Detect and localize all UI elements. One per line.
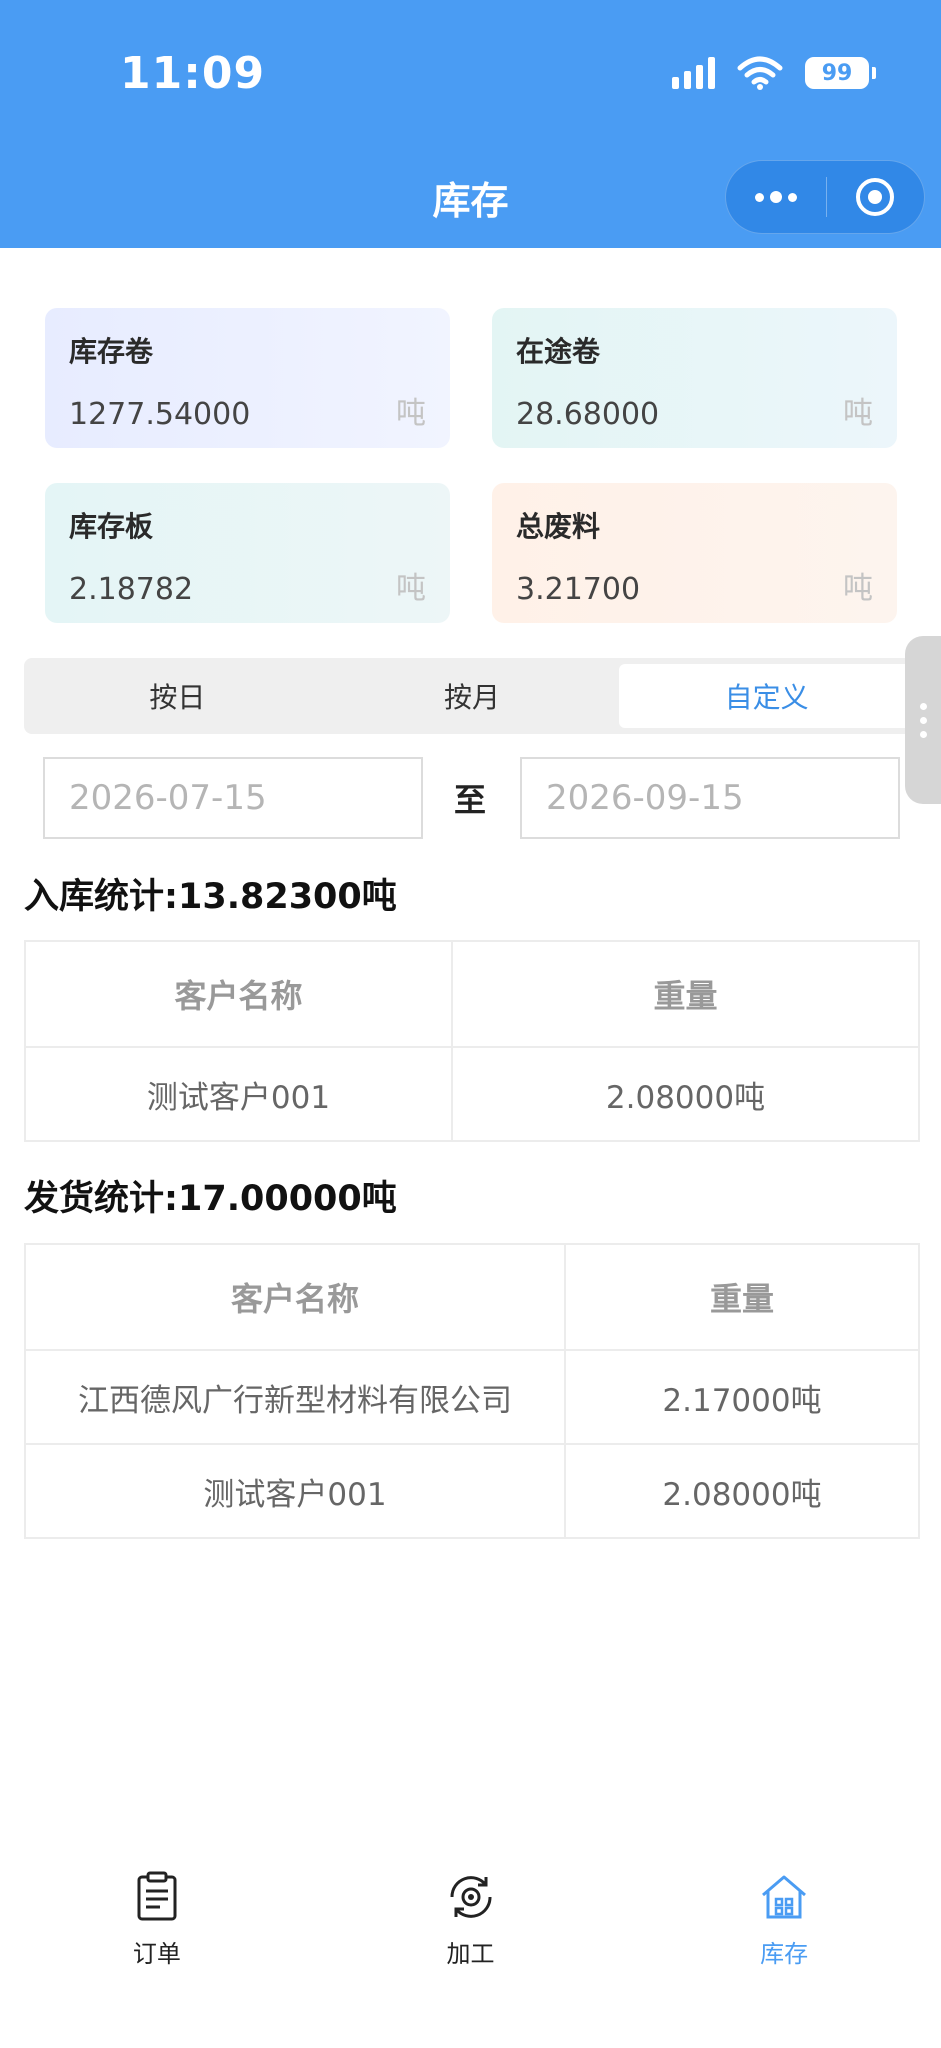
column-header-customer: 客户名称 [24,940,453,1048]
table-row: 江西德风广行新型材料有限公司 2.17000吨 [24,1349,920,1445]
tab-by-month[interactable]: 按月 [325,664,620,728]
card-coil-in-transit: 在途卷 28.68000 吨 [492,308,897,448]
tab-label: 订单 [132,1940,181,1968]
clipboard-icon [137,1871,177,1921]
cell-customer: 测试客户001 [24,1046,453,1142]
column-header-customer: 客户名称 [24,1243,566,1351]
wifi-icon [737,56,783,90]
tab-custom[interactable]: 自定义 [619,664,915,728]
end-date-picker[interactable]: 2026-09-15 [520,757,900,839]
house-icon [762,1875,807,1919]
tab-processing[interactable]: 加工 [314,1848,628,2048]
more-icon[interactable] [726,191,826,203]
table-row: 测试客户001 2.08000吨 [24,1443,920,1539]
bottom-tab-bar: 订单 加工 库存 [0,1848,941,2048]
tab-orders[interactable]: 订单 [0,1848,314,2048]
inbound-stats-title: 入库统计:13.82300吨 [24,877,397,917]
card-total-scrap: 总废料 3.21700 吨 [492,483,897,623]
column-header-weight: 重量 [451,940,920,1048]
tab-label: 库存 [760,1940,809,1968]
battery-icon: 99 [805,57,876,89]
card-unit: 吨 [843,571,873,606]
cell-customer: 测试客户001 [24,1443,566,1539]
status-time: 11:09 [120,48,266,99]
date-range-separator: 至 [453,781,486,819]
card-label: 库存板 [69,510,154,543]
card-plate-stock: 库存板 2.18782 吨 [45,483,450,623]
cell-weight: 2.08000吨 [564,1443,920,1539]
cell-weight: 2.17000吨 [564,1349,920,1445]
card-label: 总废料 [516,510,601,543]
card-value: 3.21700 [516,572,641,607]
mini-program-capsule [725,160,925,234]
inbound-table: 客户名称 重量 测试客户001 2.08000吨 [24,940,920,1142]
card-label: 在途卷 [516,335,601,368]
card-unit: 吨 [396,571,426,606]
card-value: 2.18782 [69,572,194,607]
shipment-stats-title: 发货统计:17.00000吨 [24,1179,397,1219]
battery-level: 99 [821,60,853,86]
shipment-table: 客户名称 重量 江西德风广行新型材料有限公司 2.17000吨 测试客户001 … [24,1243,920,1539]
card-unit: 吨 [843,396,873,431]
tab-by-day[interactable]: 按日 [30,664,325,728]
card-coil-stock: 库存卷 1277.54000 吨 [45,308,450,448]
gear-cycle-icon [449,1876,492,1918]
table-header-row: 客户名称 重量 [24,1243,920,1351]
card-value: 1277.54000 [69,397,251,432]
tab-label: 加工 [446,1940,495,1968]
card-unit: 吨 [396,396,426,431]
card-label: 库存卷 [69,335,154,368]
header-bar: 11:09 99 库存 [0,0,941,248]
signal-icon [672,57,715,89]
target-icon[interactable] [827,178,925,216]
table-header-row: 客户名称 重量 [24,940,920,1048]
card-value: 28.68000 [516,397,660,432]
inventory-screen: 11:09 99 库存 库存卷 1277.54000 吨 在途卷 28.6800… [0,0,941,2048]
cell-weight: 2.08000吨 [451,1046,920,1142]
side-drawer-handle[interactable] [905,636,941,804]
table-row: 测试客户001 2.08000吨 [24,1046,920,1142]
column-header-weight: 重量 [564,1243,920,1351]
start-date-picker[interactable]: 2026-07-15 [43,757,423,839]
date-filter-tabs: 按日 按月 自定义 [24,658,920,734]
status-icons: 99 [672,56,876,90]
tab-inventory[interactable]: 库存 [627,1848,941,2048]
cell-customer: 江西德风广行新型材料有限公司 [24,1349,566,1445]
